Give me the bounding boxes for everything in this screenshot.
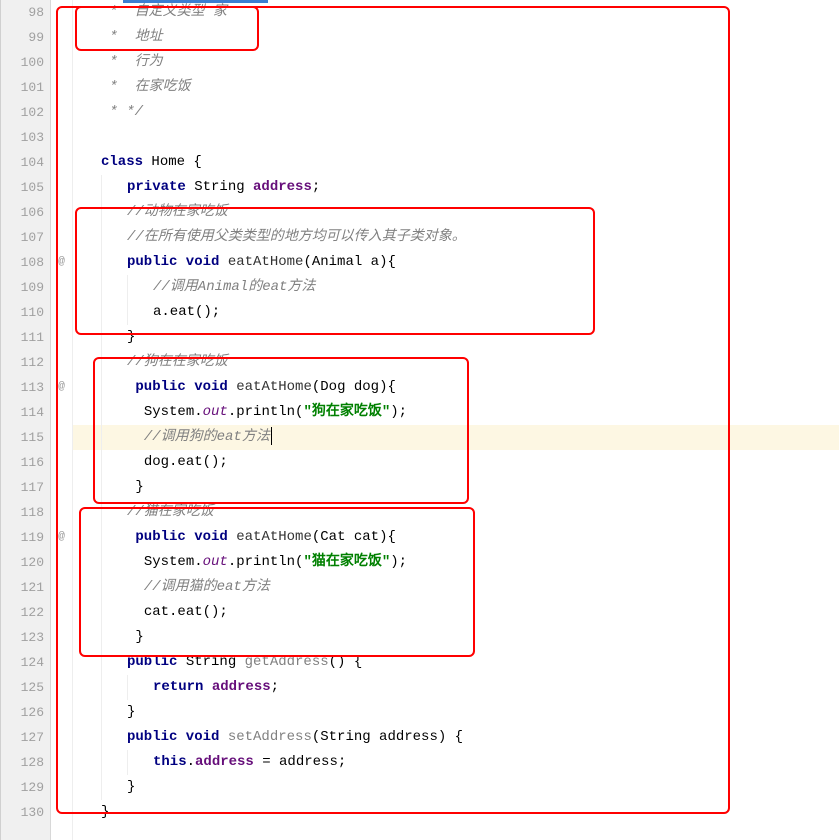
override-mark-icon[interactable]: @ [51,375,72,400]
code-row[interactable]: //调用猫的eat方法 [73,575,839,600]
active-tab-indicator [123,0,268,3]
code-row[interactable]: } [73,475,839,500]
gutter-marks: @ @ @ [51,0,73,840]
code-row[interactable]: public void setAddress(String address) { [73,725,839,750]
code-row[interactable]: dog.eat(); [73,450,839,475]
line-number: 108 [1,250,44,275]
code-row[interactable]: public void eatAtHome(Dog dog){ [73,375,839,400]
code-row[interactable]: public void eatAtHome(Cat cat){ [73,525,839,550]
line-number: 130 [1,800,44,825]
line-number: 103 [1,125,44,150]
line-number: 109 [1,275,44,300]
line-number: 123 [1,625,44,650]
code-row[interactable]: System.out.println("猫在家吃饭"); [73,550,839,575]
code-row[interactable]: class Home { [73,150,839,175]
line-number: 102 [1,100,44,125]
code-row[interactable]: public String getAddress() { [73,650,839,675]
line-number: 107 [1,225,44,250]
code-row[interactable]: this.address = address; [73,750,839,775]
code-row-active[interactable]: //调用狗的eat方法 [73,425,839,450]
line-number: 100 [1,50,44,75]
code-row[interactable]: //调用Animal的eat方法 [73,275,839,300]
line-number: 121 [1,575,44,600]
code-editor[interactable]: 98 99 100 101 102 103 104 105 106 107 10… [0,0,839,840]
code-row[interactable]: //猫在家吃饭 [73,500,839,525]
code-row[interactable]: } [73,325,839,350]
line-number: 112 [1,350,44,375]
line-number: 126 [1,700,44,725]
code-row[interactable]: //狗在在家吃饭 [73,350,839,375]
line-number: 114 [1,400,44,425]
line-number: 117 [1,475,44,500]
line-number: 127 [1,725,44,750]
code-row[interactable]: } [73,775,839,800]
code-row[interactable]: * */ [73,100,839,125]
code-row[interactable]: private String address; [73,175,839,200]
line-number: 122 [1,600,44,625]
text-caret [271,427,272,445]
line-number: 106 [1,200,44,225]
editor-tabbar [0,0,839,4]
line-number: 128 [1,750,44,775]
line-number: 129 [1,775,44,800]
line-number: 115 [1,425,44,450]
line-number: 99 [1,25,44,50]
line-number: 104 [1,150,44,175]
line-number: 111 [1,325,44,350]
line-number-gutter: 98 99 100 101 102 103 104 105 106 107 10… [1,0,51,840]
code-row[interactable]: //动物在家吃饭 [73,200,839,225]
line-number: 101 [1,75,44,100]
override-mark-icon[interactable]: @ [51,250,72,275]
override-mark-icon[interactable]: @ [51,525,72,550]
code-row[interactable]: cat.eat(); [73,600,839,625]
line-number: 113 [1,375,44,400]
line-number: 124 [1,650,44,675]
code-row[interactable]: * 地址 [73,25,839,50]
line-number: 105 [1,175,44,200]
code-row[interactable]: } [73,800,839,825]
code-row[interactable] [73,125,839,150]
line-number: 118 [1,500,44,525]
line-number: 119 [1,525,44,550]
code-row[interactable]: } [73,700,839,725]
code-row[interactable]: * 行为 [73,50,839,75]
code-row[interactable]: a.eat(); [73,300,839,325]
code-row[interactable]: //在所有使用父类类型的地方均可以传入其子类对象。 [73,225,839,250]
line-number: 125 [1,675,44,700]
code-content[interactable]: * 自定义类型 家 * 地址 * 行为 * 在家吃饭 * */ class Ho… [73,0,839,840]
code-row[interactable]: public void eatAtHome(Animal a){ [73,250,839,275]
code-row[interactable]: System.out.println("狗在家吃饭"); [73,400,839,425]
code-row[interactable]: return address; [73,675,839,700]
line-number: 116 [1,450,44,475]
line-number: 120 [1,550,44,575]
code-row[interactable]: * 在家吃饭 [73,75,839,100]
code-row[interactable]: } [73,625,839,650]
line-number: 110 [1,300,44,325]
